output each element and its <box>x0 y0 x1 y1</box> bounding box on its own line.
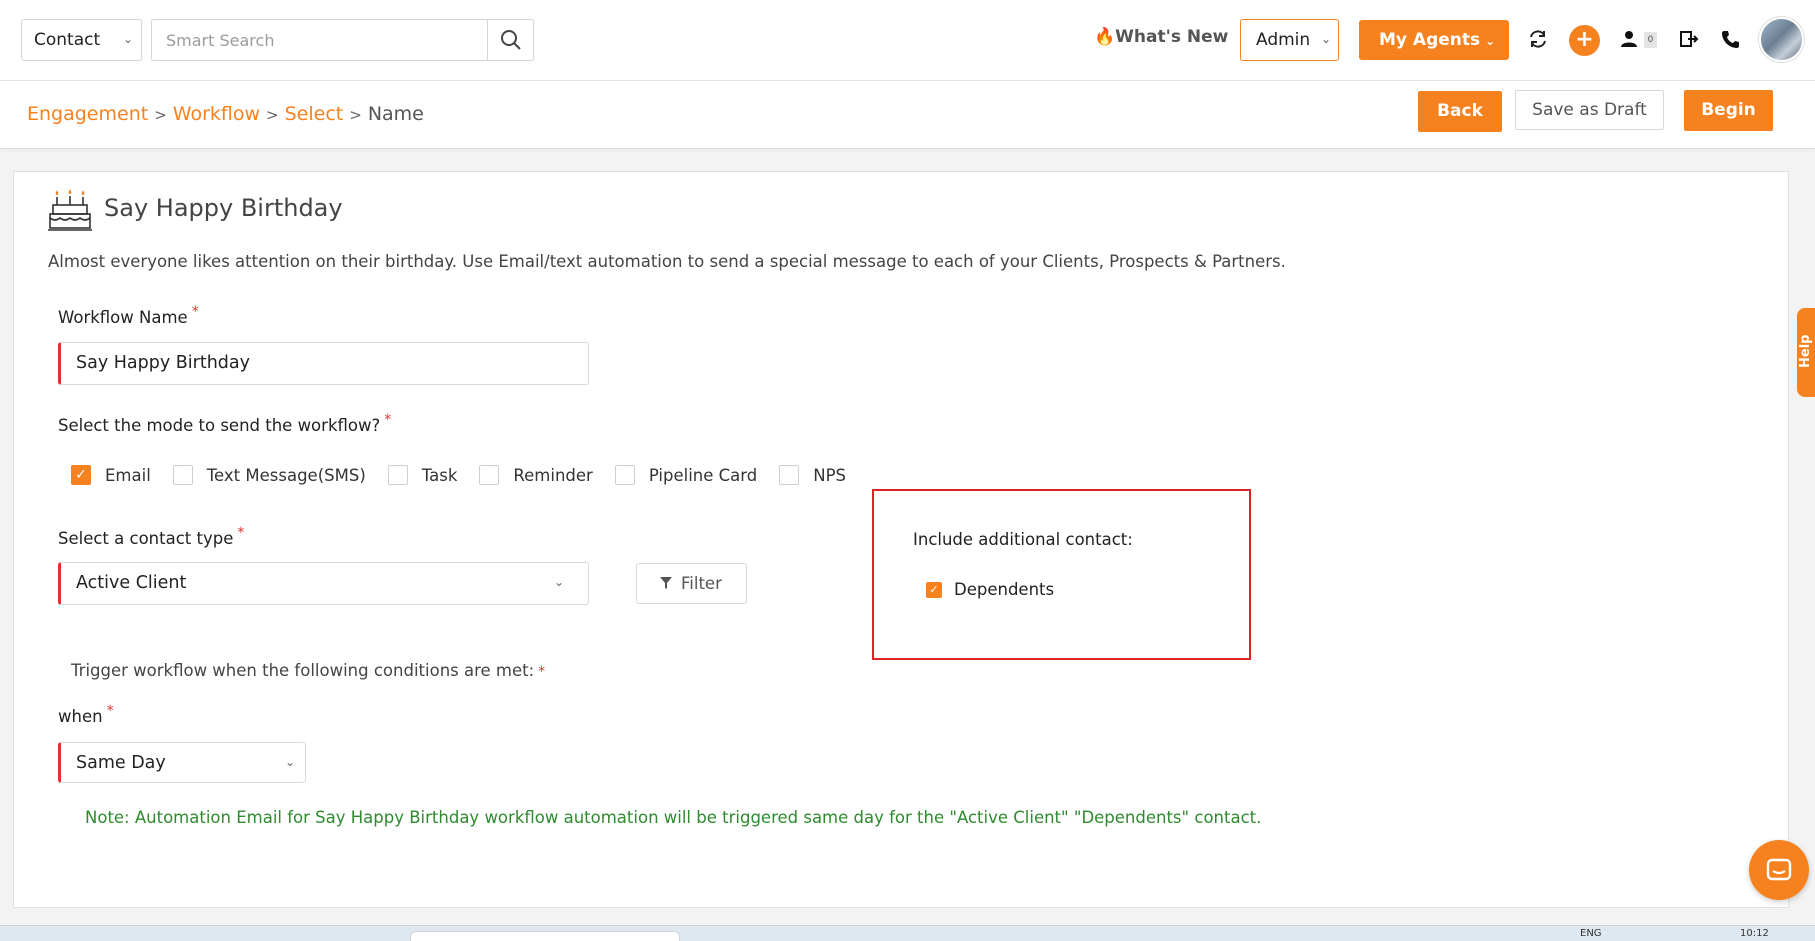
required-marker: * <box>538 664 546 680</box>
mode-option-email[interactable]: ✓ Email <box>71 465 151 485</box>
taskbar-search[interactable] <box>410 931 680 941</box>
required-marker: * <box>384 412 392 428</box>
save-draft-button[interactable]: Save as Draft <box>1515 90 1664 130</box>
help-tab-label: Help <box>1798 334 1813 368</box>
mode-options: ✓ Email Text Message(SMS) Task Reminder P… <box>71 463 868 487</box>
chevron-down-icon: ⌄ <box>122 32 133 46</box>
context-select-value: Contact <box>34 30 101 50</box>
fire-icon: 🔥 <box>1094 27 1116 47</box>
contact-type-label-text: Select a contact type <box>58 529 234 548</box>
phone-icon[interactable] <box>1717 26 1743 52</box>
mode-option-label: NPS <box>813 465 847 485</box>
search-icon <box>501 30 521 50</box>
mode-option-label: Text Message(SMS) <box>206 465 366 485</box>
chevron-right-icon: > <box>349 106 362 124</box>
when-label: when * <box>58 703 114 726</box>
role-select-value: Admin <box>1256 30 1311 50</box>
dependents-option[interactable]: ✓ Dependents <box>926 580 1054 599</box>
checkbox-pipeline-card[interactable] <box>614 465 635 485</box>
os-taskbar: ENG 10:12 <box>0 925 1815 941</box>
include-additional-title: Include additional contact: <box>913 530 1133 549</box>
mode-option-reminder[interactable]: Reminder <box>479 465 593 485</box>
mode-option-label: Reminder <box>513 465 593 485</box>
mode-option-nps[interactable]: NPS <box>779 465 846 485</box>
automation-note: Note: Automation Email for Say Happy Bir… <box>85 808 1262 827</box>
mode-option-label: Task <box>421 465 458 485</box>
chat-icon <box>1766 858 1792 881</box>
mode-option-label: Pipeline Card <box>648 465 758 485</box>
breadcrumb-workflow[interactable]: Workflow <box>173 103 260 125</box>
required-marker: * <box>237 525 245 541</box>
required-marker: * <box>106 703 114 719</box>
begin-button[interactable]: Begin <box>1684 90 1773 131</box>
when-value: Same Day <box>76 753 166 773</box>
role-select[interactable]: Admin ⌄ <box>1240 19 1339 61</box>
birthday-cake-icon <box>48 189 92 231</box>
mode-label: Select the mode to send the workflow? * <box>58 412 391 435</box>
mode-label-text: Select the mode to send the workflow? <box>58 416 381 435</box>
checkbox-reminder[interactable] <box>479 465 500 485</box>
page-title: Say Happy Birthday <box>104 194 343 222</box>
logout-icon[interactable] <box>1676 26 1702 52</box>
mode-option-sms[interactable]: Text Message(SMS) <box>172 465 366 485</box>
my-agents-label: My Agents <box>1379 30 1481 50</box>
include-additional-contact-box: Include additional contact: ✓ Dependents <box>872 489 1251 660</box>
workflow-name-label: Workflow Name * <box>58 304 199 327</box>
filter-button[interactable]: Filter <box>636 563 747 604</box>
whats-new-label: What's New <box>1115 27 1229 47</box>
mode-option-pipeline-card[interactable]: Pipeline Card <box>614 465 758 485</box>
checkbox-sms[interactable] <box>172 465 193 485</box>
workflow-name-input[interactable]: Say Happy Birthday <box>58 342 589 385</box>
chat-launcher-button[interactable] <box>1749 840 1809 900</box>
help-tab[interactable]: Help <box>1797 308 1815 397</box>
search-button[interactable] <box>487 19 534 61</box>
chevron-down-icon: ⌄ <box>1485 34 1496 48</box>
breadcrumb-bar: Engagement > Workflow > Select > Name Back Sav… <box>0 81 1815 149</box>
chevron-down-icon: ⌄ <box>553 575 564 589</box>
checkbox-email[interactable]: ✓ <box>71 465 91 485</box>
top-bar: Contact ⌄ Smart Search 🔥What's New Admin… <box>0 0 1815 81</box>
people-count-badge: 0 <box>1644 32 1657 48</box>
breadcrumb-select[interactable]: Select <box>285 103 344 125</box>
when-label-text: when <box>58 707 103 726</box>
refresh-icon[interactable] <box>1525 26 1551 52</box>
my-agents-button[interactable]: My Agents ⌄ <box>1359 20 1509 60</box>
mode-option-task[interactable]: Task <box>387 465 458 485</box>
add-button[interactable]: + <box>1569 25 1600 56</box>
breadcrumb: Engagement > Workflow > Select > Name <box>27 103 424 125</box>
trigger-label-text: Trigger workflow when the following cond… <box>71 661 535 680</box>
chevron-right-icon: > <box>266 106 279 124</box>
smart-search-input[interactable]: Smart Search <box>151 19 487 61</box>
contact-type-value: Active Client <box>76 573 187 593</box>
trigger-label: Trigger workflow when the following cond… <box>71 661 545 680</box>
checkbox-dependents[interactable]: ✓ <box>926 581 942 598</box>
chevron-down-icon: ⌄ <box>284 755 295 769</box>
required-marker: * <box>191 304 199 320</box>
context-select[interactable]: Contact ⌄ <box>21 19 142 61</box>
filter-label: Filter <box>681 574 722 593</box>
chevron-right-icon: > <box>154 106 167 124</box>
person-icon[interactable] <box>1616 26 1642 52</box>
breadcrumb-current: Name <box>367 103 424 125</box>
taskbar-language: ENG <box>1580 928 1602 939</box>
whats-new-link[interactable]: 🔥What's New <box>1094 27 1228 47</box>
workflow-description: Almost everyone likes attention on their… <box>48 252 1286 271</box>
mode-option-label: Email <box>105 465 151 485</box>
workflow-name-label-text: Workflow Name <box>58 308 188 327</box>
contact-type-label: Select a contact type * <box>58 525 244 548</box>
back-button[interactable]: Back <box>1418 91 1502 132</box>
filter-icon <box>660 577 672 589</box>
workflow-card: Say Happy Birthday Almost everyone likes… <box>13 171 1789 908</box>
dependents-label: Dependents <box>954 580 1055 599</box>
taskbar-clock: 10:12 <box>1740 928 1769 939</box>
contact-type-select[interactable]: Active Client ⌄ <box>58 562 589 605</box>
breadcrumb-engagement[interactable]: Engagement <box>27 103 148 125</box>
chevron-down-icon: ⌄ <box>1320 32 1331 46</box>
avatar[interactable] <box>1759 17 1804 62</box>
checkbox-nps[interactable] <box>779 465 800 485</box>
checkbox-task[interactable] <box>387 465 408 485</box>
when-select[interactable]: Same Day ⌄ <box>58 742 306 783</box>
